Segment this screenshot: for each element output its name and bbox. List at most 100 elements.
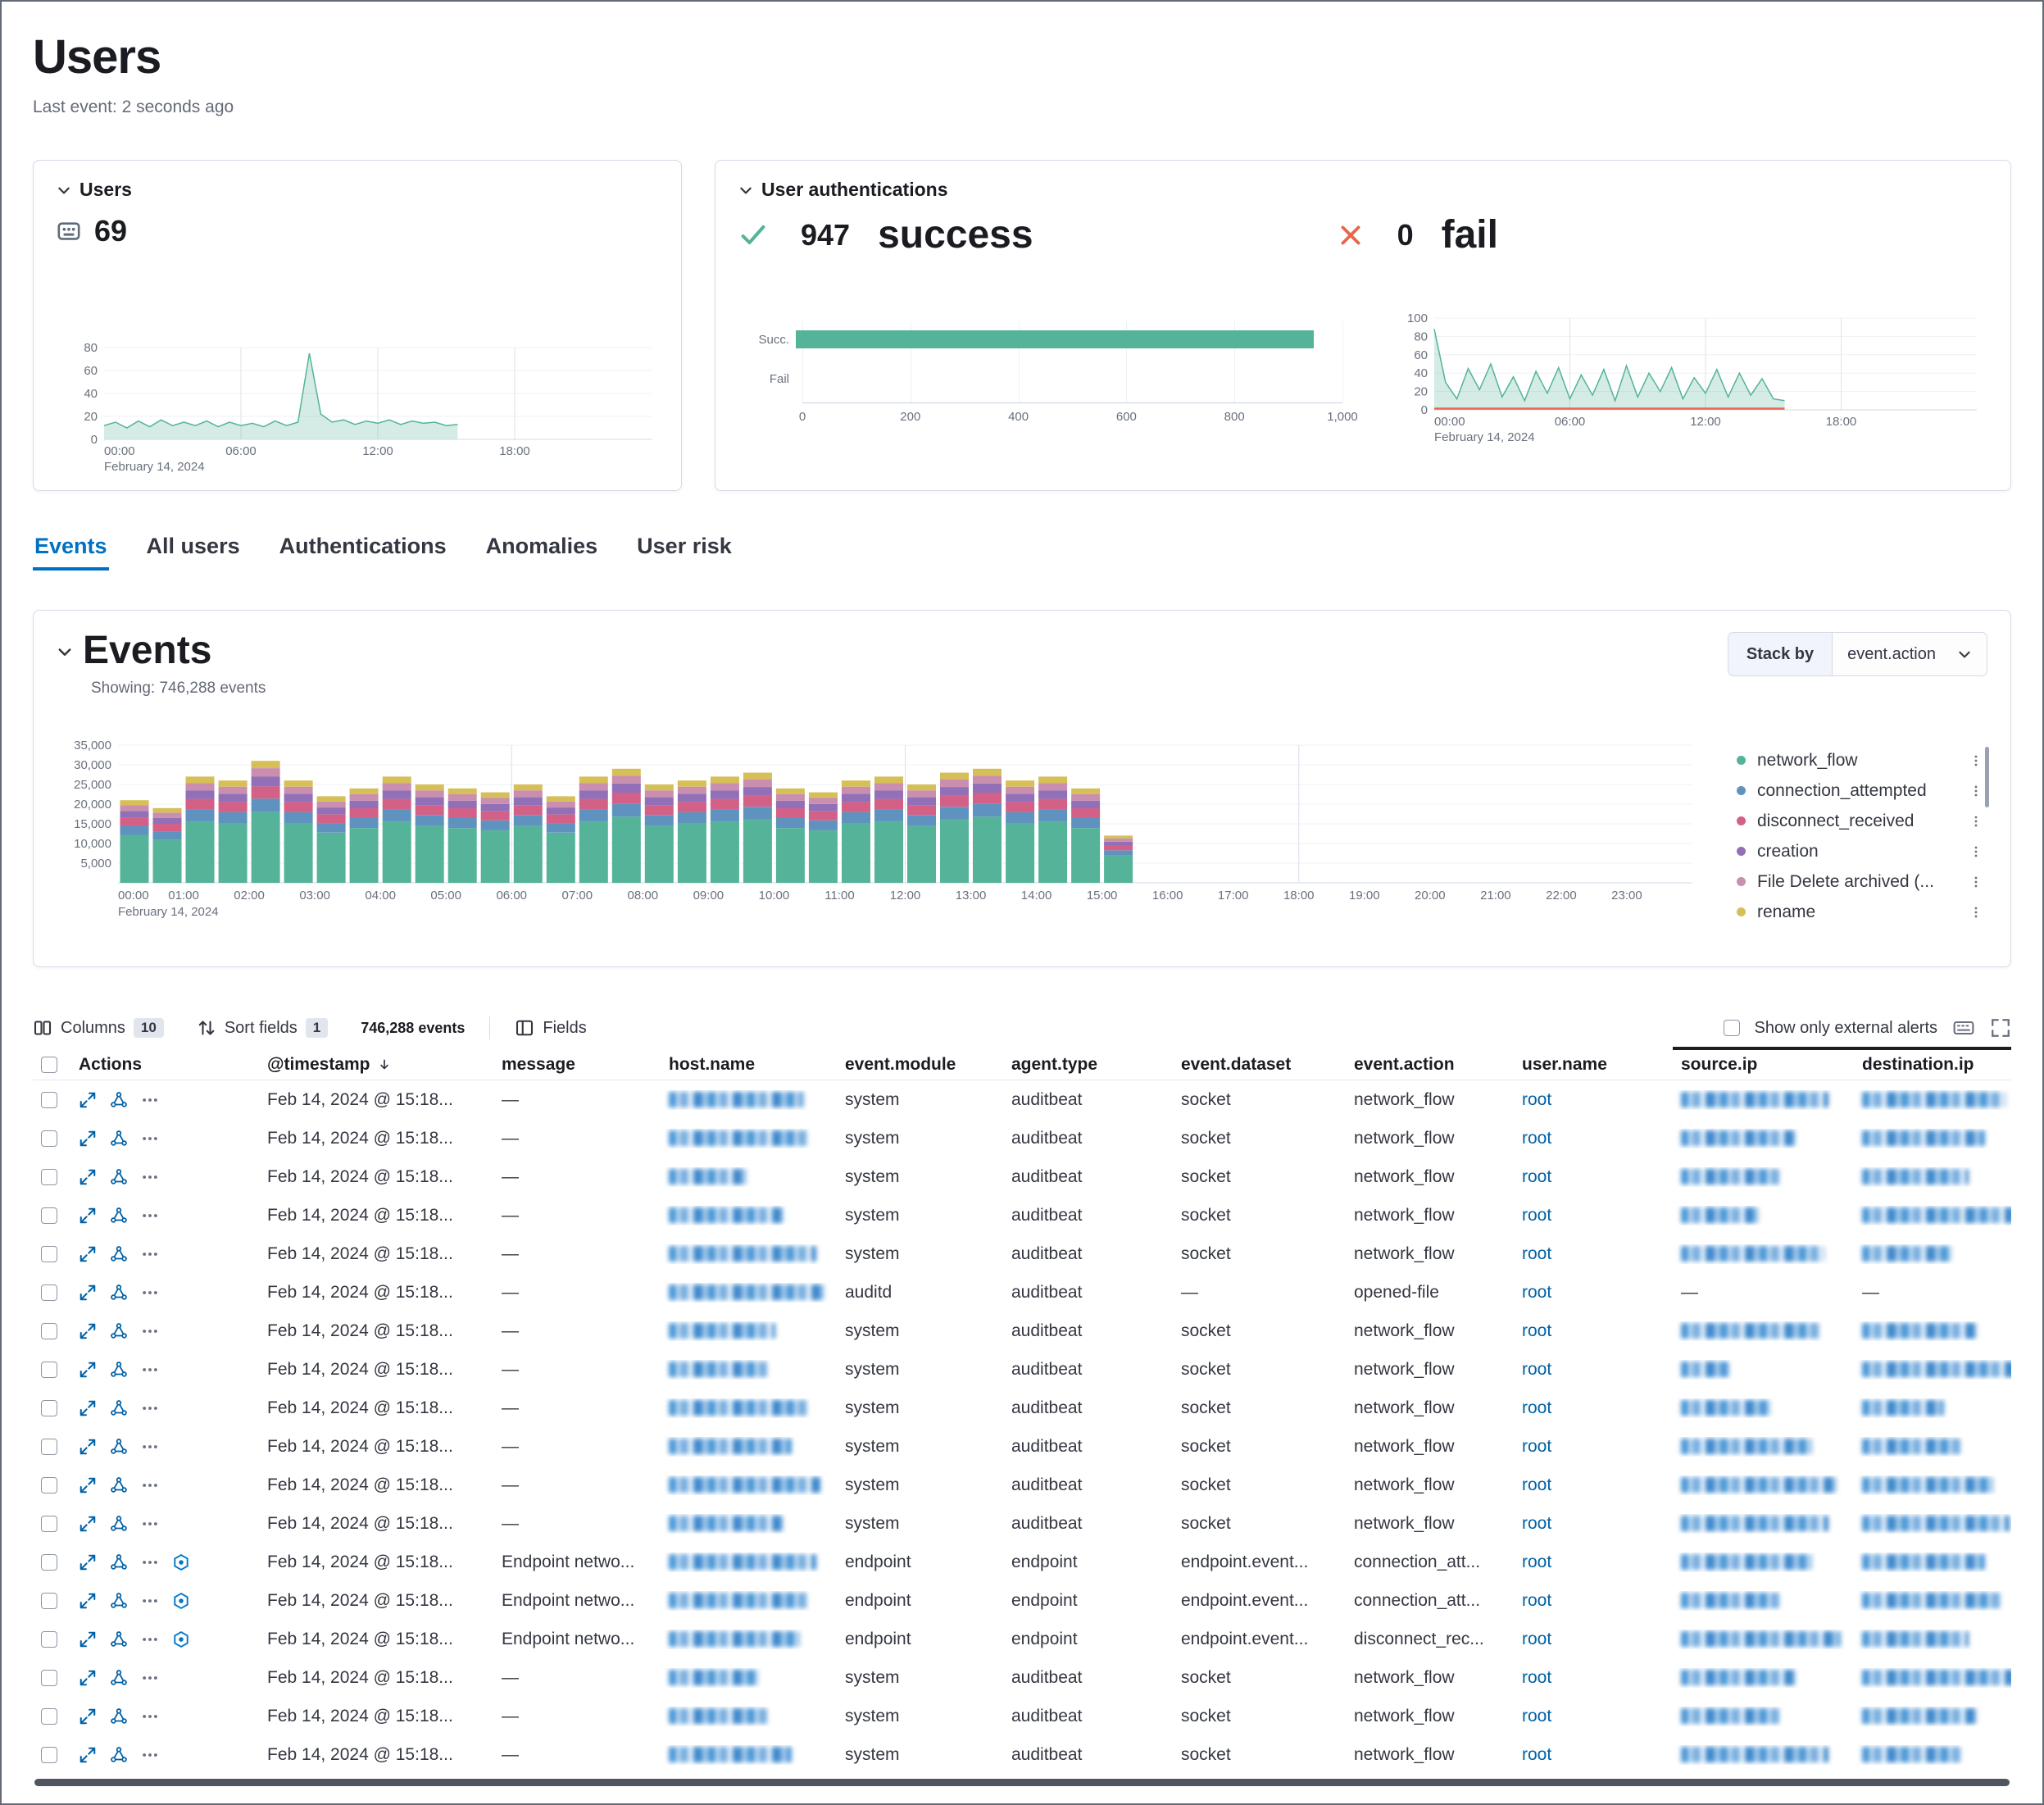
expand-event-icon[interactable]: [79, 1322, 97, 1340]
cell-destination-ip[interactable]: [1854, 1668, 2011, 1688]
cell-destination-ip[interactable]: [1854, 1707, 2011, 1726]
fullscreen-button[interactable]: [1990, 1017, 2011, 1039]
col-header-event-dataset[interactable]: event.dataset: [1173, 1055, 1346, 1075]
cell-source-ip[interactable]: [1673, 1553, 1854, 1572]
cell-source-ip[interactable]: [1673, 1591, 1854, 1611]
legend-item[interactable]: File Delete archived (...: [1737, 866, 1983, 897]
analyze-event-icon[interactable]: [110, 1207, 128, 1225]
table-row[interactable]: Feb 14, 2024 @ 15:18... — system auditbe…: [33, 1157, 2011, 1196]
row-checkbox[interactable]: [41, 1631, 57, 1648]
cell-source-ip[interactable]: [1673, 1630, 1854, 1649]
expand-event-icon[interactable]: [79, 1168, 97, 1186]
legend-item-menu-icon[interactable]: [1969, 906, 1983, 919]
expand-event-icon[interactable]: [79, 1207, 97, 1225]
tab[interactable]: Events: [33, 534, 109, 571]
cell-destination-ip[interactable]: [1854, 1360, 2011, 1380]
cell-destination-ip[interactable]: [1854, 1514, 2011, 1534]
legend-item-menu-icon[interactable]: [1969, 754, 1983, 767]
more-actions-icon[interactable]: [141, 1553, 159, 1571]
cell-destination-ip[interactable]: [1854, 1591, 2011, 1611]
tab[interactable]: All users: [145, 534, 242, 571]
table-row[interactable]: Feb 14, 2024 @ 15:18... Endpoint netwo..…: [33, 1543, 2011, 1581]
analyze-event-icon[interactable]: [110, 1322, 128, 1340]
table-row[interactable]: Feb 14, 2024 @ 15:18... — system auditbe…: [33, 1697, 2011, 1735]
cell-source-ip[interactable]: —: [1673, 1283, 1854, 1303]
col-header-host-name[interactable]: host.name: [661, 1055, 837, 1075]
cell-destination-ip[interactable]: [1854, 1553, 2011, 1572]
cell-source-ip[interactable]: [1673, 1244, 1854, 1264]
tab[interactable]: Authentications: [278, 534, 448, 571]
cell-host-name[interactable]: [661, 1707, 837, 1726]
cell-host-name[interactable]: [661, 1360, 837, 1380]
legend-item-menu-icon[interactable]: [1969, 845, 1983, 858]
analyze-event-icon[interactable]: [110, 1361, 128, 1379]
endpoint-logo-icon[interactable]: [172, 1553, 190, 1571]
cell-host-name[interactable]: [661, 1283, 837, 1303]
cell-host-name[interactable]: [661, 1167, 837, 1187]
cell-source-ip[interactable]: [1673, 1707, 1854, 1726]
analyze-event-icon[interactable]: [110, 1168, 128, 1186]
table-row[interactable]: Feb 14, 2024 @ 15:18... — system auditbe…: [33, 1735, 2011, 1774]
legend-item-menu-icon[interactable]: [1969, 815, 1983, 828]
cell-destination-ip[interactable]: [1854, 1745, 2011, 1765]
cell-user-name[interactable]: root: [1514, 1745, 1673, 1765]
cell-user-name[interactable]: root: [1514, 1321, 1673, 1341]
analyze-event-icon[interactable]: [110, 1438, 128, 1456]
table-row[interactable]: Feb 14, 2024 @ 15:18... — system auditbe…: [33, 1658, 2011, 1697]
legend-item[interactable]: disconnect_received: [1737, 806, 1983, 836]
cell-source-ip[interactable]: [1673, 1437, 1854, 1457]
expand-event-icon[interactable]: [79, 1361, 97, 1379]
cell-user-name[interactable]: root: [1514, 1668, 1673, 1688]
stack-by-select[interactable]: event.action: [1832, 632, 1987, 676]
cell-host-name[interactable]: [661, 1321, 837, 1341]
cell-source-ip[interactable]: [1673, 1398, 1854, 1418]
row-checkbox[interactable]: [41, 1477, 57, 1494]
cell-source-ip[interactable]: [1673, 1090, 1854, 1110]
more-actions-icon[interactable]: [141, 1284, 159, 1302]
cell-destination-ip[interactable]: [1854, 1129, 2011, 1148]
cell-host-name[interactable]: [661, 1514, 837, 1534]
cell-source-ip[interactable]: [1673, 1514, 1854, 1534]
cell-user-name[interactable]: root: [1514, 1090, 1673, 1110]
cell-user-name[interactable]: root: [1514, 1167, 1673, 1187]
analyze-event-icon[interactable]: [110, 1707, 128, 1725]
expand-event-icon[interactable]: [79, 1515, 97, 1533]
row-checkbox[interactable]: [41, 1516, 57, 1532]
row-checkbox[interactable]: [41, 1246, 57, 1262]
cell-source-ip[interactable]: [1673, 1129, 1854, 1148]
more-actions-icon[interactable]: [141, 1515, 159, 1533]
cell-destination-ip[interactable]: —: [1854, 1283, 2011, 1303]
cell-source-ip[interactable]: [1673, 1360, 1854, 1380]
tab[interactable]: User risk: [635, 534, 734, 571]
legend-item[interactable]: network_flow: [1737, 745, 1983, 775]
row-checkbox[interactable]: [41, 1554, 57, 1571]
table-row[interactable]: Feb 14, 2024 @ 15:18... — system auditbe…: [33, 1312, 2011, 1350]
users-panel-collapse-button[interactable]: [57, 183, 71, 198]
sort-fields-button[interactable]: Sort fields 1: [197, 1018, 328, 1038]
endpoint-logo-icon[interactable]: [172, 1630, 190, 1648]
row-checkbox[interactable]: [41, 1670, 57, 1686]
cell-source-ip[interactable]: [1673, 1167, 1854, 1187]
expand-event-icon[interactable]: [79, 1399, 97, 1417]
row-checkbox[interactable]: [41, 1207, 57, 1224]
analyze-event-icon[interactable]: [110, 1515, 128, 1533]
expand-event-icon[interactable]: [79, 1707, 97, 1725]
fields-button[interactable]: Fields: [515, 1018, 586, 1038]
cell-user-name[interactable]: root: [1514, 1553, 1673, 1572]
analyze-event-icon[interactable]: [110, 1592, 128, 1610]
table-row[interactable]: Feb 14, 2024 @ 15:18... — system auditbe…: [33, 1504, 2011, 1543]
legend-item[interactable]: creation: [1737, 836, 1983, 866]
expand-event-icon[interactable]: [79, 1630, 97, 1648]
col-header-event-module[interactable]: event.module: [837, 1055, 1003, 1075]
cell-host-name[interactable]: [661, 1591, 837, 1611]
more-actions-icon[interactable]: [141, 1630, 159, 1648]
cell-destination-ip[interactable]: [1854, 1321, 2011, 1341]
select-all-checkbox[interactable]: [41, 1057, 57, 1073]
analyze-event-icon[interactable]: [110, 1746, 128, 1764]
col-header-agent-type[interactable]: agent.type: [1003, 1055, 1173, 1075]
cell-user-name[interactable]: root: [1514, 1283, 1673, 1303]
cell-user-name[interactable]: root: [1514, 1129, 1673, 1148]
more-actions-icon[interactable]: [141, 1130, 159, 1148]
table-row[interactable]: Feb 14, 2024 @ 15:18... Endpoint netwo..…: [33, 1620, 2011, 1658]
more-actions-icon[interactable]: [141, 1091, 159, 1109]
